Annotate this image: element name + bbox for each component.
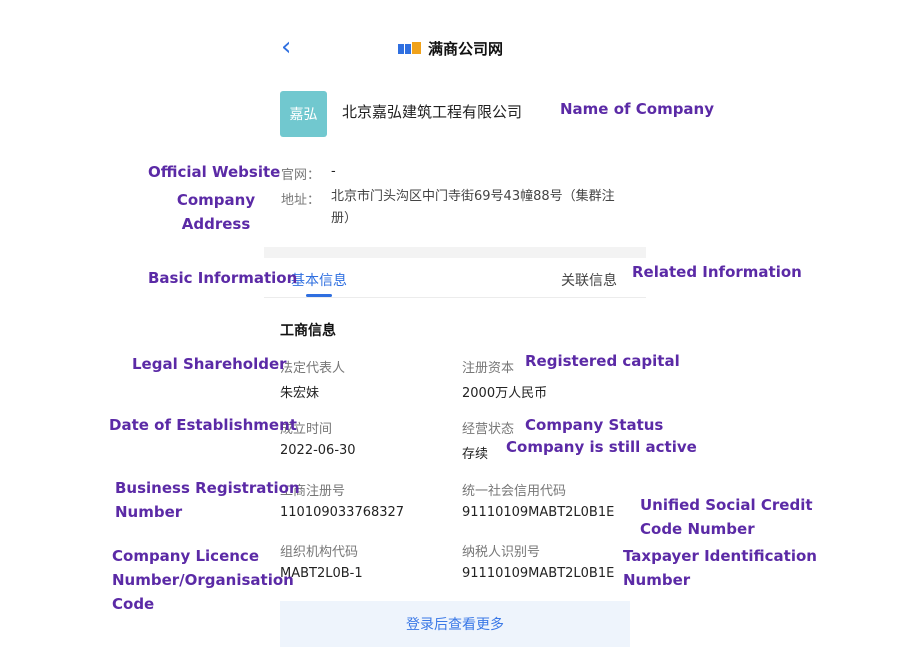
address-label: 地址： [281, 193, 321, 208]
field-value: 朱宏妹 [280, 386, 320, 401]
annotation-company-address: Company Address [176, 191, 256, 233]
company-name: 北京嘉弘建筑工程有限公司 [342, 103, 523, 121]
section-title: 工商信息 [280, 323, 336, 339]
annotation-company-status: Company Status [525, 416, 664, 434]
tab-bar-divider [264, 297, 646, 298]
annotation-registered-capital: Registered capital [525, 352, 680, 370]
annotation-business-registration-number: Business Registration Number [115, 479, 300, 521]
annotation-unified-social-credit: Unified Social Credit Code Number [640, 496, 813, 538]
brand-name: 满商公司网 [428, 40, 504, 58]
annotation-company-licence: Company Licence Number/Organisation Code [112, 547, 294, 613]
brand-logo-icon [398, 41, 421, 54]
address-value: 北京市门头沟区中门寺街69号43幢88号（集群注册） [331, 189, 615, 226]
field-value: 2000万人民币 [462, 386, 548, 401]
field-value: 91110109MABT2L0B1E [462, 505, 615, 520]
annotation-date-of-establishment: Date of Establishment [109, 416, 297, 434]
annotation-company-active: Company is still active [506, 438, 697, 456]
field-label: 统一社会信用代码 [462, 484, 567, 499]
field-value: 91110109MABT2L0B1E [462, 566, 615, 581]
tab-related-info[interactable]: 关联信息 [561, 270, 617, 290]
website-label: 官网： [281, 168, 321, 183]
annotation-basic-information: Basic Information [148, 269, 298, 287]
back-chevron-icon[interactable]: ‹ [281, 34, 297, 60]
field-value: 2022-06-30 [280, 443, 356, 458]
website-value: - [331, 164, 336, 179]
field-label: 注册资本 [462, 361, 515, 376]
login-to-view-more-button[interactable]: 登录后查看更多 [280, 601, 630, 647]
annotation-legal-shareholder: Legal Shareholder [132, 355, 287, 373]
brand-logo: 满商公司网 [398, 38, 503, 59]
field-label: 纳税人识别号 [462, 545, 541, 560]
annotation-name-of-company: Name of Company [560, 100, 715, 118]
section-divider [264, 247, 646, 258]
field-label: 法定代表人 [280, 361, 346, 376]
field-value: 存续 [462, 447, 489, 462]
annotation-taxpayer-id: Taxpayer Identification Number [623, 547, 817, 589]
company-avatar: 嘉弘 [280, 91, 327, 137]
annotation-related-information: Related Information [632, 263, 802, 281]
annotation-official-website: Official Website [148, 163, 281, 181]
tab-basic-info[interactable]: 基本信息 [291, 270, 347, 290]
